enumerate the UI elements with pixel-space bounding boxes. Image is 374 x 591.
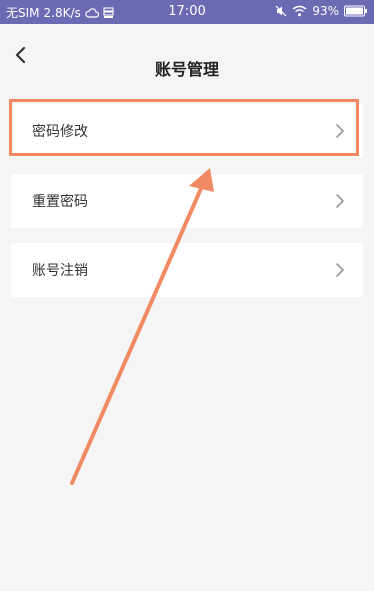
- menu-item-label: 密码修改: [32, 124, 88, 140]
- wifi-icon: [292, 5, 307, 17]
- menu-item-change-password[interactable]: 密码修改: [11, 104, 363, 158]
- app-header: 账号管理: [0, 24, 374, 86]
- chevron-right-icon: [336, 263, 344, 277]
- menu-item-reset-password[interactable]: 重置密码: [11, 174, 363, 228]
- status-right: 93%: [275, 4, 368, 18]
- status-bar: 无SIM 2.8K/s 17:00 93%: [0, 0, 374, 24]
- chevron-right-icon: [336, 124, 344, 138]
- menu-item-label: 账号注销: [32, 263, 88, 279]
- mute-icon: [275, 5, 287, 17]
- chevron-right-icon: [336, 194, 344, 208]
- battery-icon: [344, 5, 367, 17]
- page-title: 账号管理: [154, 60, 219, 79]
- menu-item-cancel-account[interactable]: 账号注销: [11, 243, 363, 297]
- menu-item-label: 重置密码: [32, 194, 88, 210]
- battery-percent: 93%: [312, 4, 339, 18]
